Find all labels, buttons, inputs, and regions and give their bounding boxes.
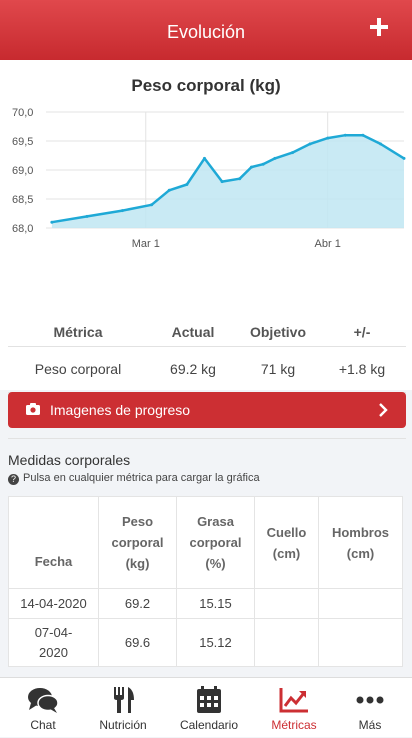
measures-table: Fecha Peso corporal (kg) Grasa corporal … [8, 496, 403, 667]
table-cell: 14-04-2020 [8, 588, 99, 619]
bottom-tab-bar: Chat Nutrición Calendario Métricas Más [0, 677, 412, 737]
tab-more[interactable]: Más [329, 678, 411, 738]
add-icon[interactable] [368, 16, 390, 38]
chat-icon [28, 688, 59, 713]
data-point [220, 180, 224, 184]
summary-header-current: Actual [148, 318, 238, 347]
tab-metrics[interactable]: Métricas [253, 678, 335, 738]
data-point [402, 156, 406, 160]
y-tick-label: 69,0 [12, 165, 33, 177]
data-point [202, 156, 206, 160]
tab-label: Calendario [179, 718, 239, 732]
table-cell [254, 618, 319, 667]
data-point [361, 133, 365, 137]
summary-cell: 69.2 kg [148, 346, 238, 393]
progress-images-label: Imagenes de progreso [50, 402, 191, 418]
table-cell: 15.15 [176, 588, 255, 619]
measures-header-weight[interactable]: Peso corporal (kg) [98, 496, 177, 589]
data-point [167, 188, 171, 192]
data-point [343, 133, 347, 137]
app-header: Evolución [0, 0, 412, 60]
summary-cell: Peso corporal [8, 346, 148, 393]
measures-header-fat[interactable]: Grasa corporal (%) [176, 496, 255, 589]
data-point [290, 151, 294, 155]
data-point [120, 209, 124, 213]
table-cell [254, 588, 319, 619]
data-point [85, 214, 89, 218]
table-cell: 69.2 [98, 588, 177, 619]
summary-header-goal: Objetivo [238, 318, 318, 347]
weight-chart-card: Peso corporal (kg) 70,0 69,5 69,0 68,5 68,0 M… [0, 60, 412, 439]
table-cell: 15.12 [176, 618, 255, 667]
chevron-right-icon [379, 403, 388, 417]
table-cell [318, 618, 403, 667]
summary-cell: +1.8 kg [318, 346, 406, 393]
x-tick-label: Mar 1 [132, 238, 160, 250]
data-point [261, 162, 265, 166]
data-point [379, 142, 383, 146]
tab-chat[interactable]: Chat [2, 678, 84, 738]
page-title: Evolución [166, 22, 246, 42]
x-tick-label: Abr 1 [315, 238, 341, 250]
more-icon [356, 696, 384, 704]
chart-icon [279, 688, 308, 713]
camera-icon [26, 403, 40, 415]
table-cell: 07-04-2020 [8, 618, 99, 667]
table-row[interactable]: 14-04-2020 69.2 15.15 [8, 588, 403, 619]
tab-label: Nutrición [99, 718, 147, 732]
tab-calendar[interactable]: Calendario [168, 678, 250, 738]
data-point [238, 177, 242, 181]
summary-header-diff: +/- [318, 318, 406, 347]
calendar-icon [197, 686, 221, 713]
table-cell: 69.6 [98, 618, 177, 667]
measures-title: Medidas corporales [8, 452, 131, 468]
chart-title: Peso corporal (kg) [131, 76, 281, 95]
summary-cell: 71 kg [238, 346, 318, 393]
y-tick-label: 68,5 [12, 194, 33, 206]
data-point [273, 156, 277, 160]
y-tick-label: 68,0 [12, 223, 33, 235]
y-tick-label: 70,0 [12, 107, 33, 119]
y-tick-label: 69,5 [12, 136, 33, 148]
hint-text: Pulsa en cualquier métrica para cargar l… [23, 472, 260, 484]
table-cell [318, 588, 403, 619]
data-point [249, 165, 253, 169]
tab-nutrition[interactable]: Nutrición [82, 678, 164, 738]
cutlery-icon [114, 687, 134, 713]
data-point [185, 183, 189, 186]
tab-label: Más [358, 718, 382, 732]
measures-header-shoulders[interactable]: Hombros (cm) [318, 496, 403, 589]
measures-hint: ? Pulsa en cualquier métrica para cargar … [8, 472, 260, 485]
progress-images-button[interactable]: Imagenes de progreso [8, 392, 406, 428]
measures-header-date[interactable]: Fecha [8, 496, 99, 589]
tab-label: Métricas [271, 718, 317, 732]
weight-chart[interactable]: 70,0 69,5 69,0 68,5 68,0 Mar 1 Abr 1 [0, 100, 412, 312]
summary-row[interactable]: Peso corporal 69.2 kg 71 kg +1.8 kg [8, 346, 406, 393]
help-icon: ? [8, 474, 19, 485]
measures-header-neck[interactable]: Cuello (cm) [254, 496, 319, 589]
data-point [308, 142, 312, 146]
table-row[interactable]: 07-04-2020 69.6 15.12 [8, 618, 403, 667]
data-point [326, 136, 330, 140]
data-point [150, 203, 154, 207]
tab-label: Chat [30, 718, 56, 732]
summary-header-metric: Métrica [8, 318, 148, 347]
data-point [50, 220, 54, 224]
